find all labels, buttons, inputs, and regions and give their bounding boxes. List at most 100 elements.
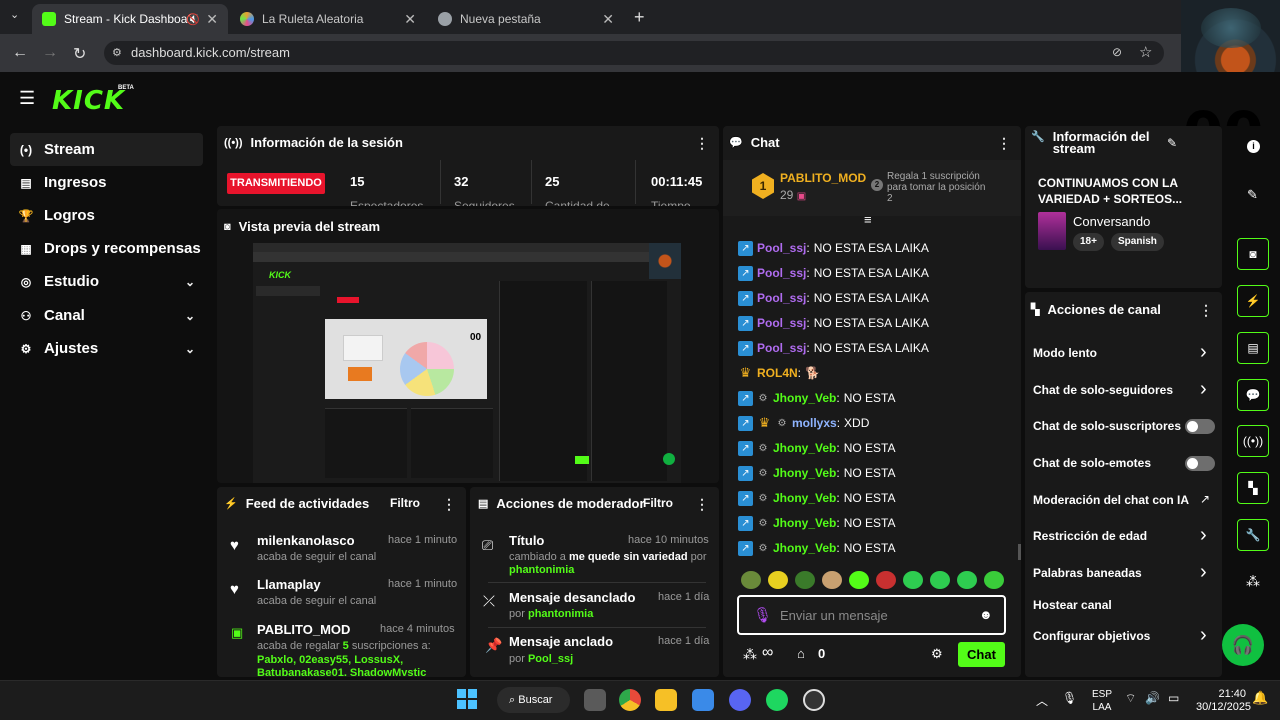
chat-username[interactable]: Pool_ssj xyxy=(757,266,806,280)
feed-menu-icon[interactable]: ⋮ xyxy=(442,496,456,513)
microphone-icon[interactable]: 🎙 xyxy=(753,606,772,624)
tray-chevron-icon[interactable]: ︿ xyxy=(1036,692,1048,709)
emoji-icon[interactable]: ☻ xyxy=(979,607,993,622)
feed-filter-button[interactable]: Filtro xyxy=(390,496,420,510)
file-explorer-icon[interactable] xyxy=(655,689,677,711)
emote-icon[interactable] xyxy=(849,571,869,589)
mod-action-by[interactable]: phantonimia xyxy=(509,564,574,576)
edit-icon[interactable]: ✎ xyxy=(1247,187,1258,203)
info-icon[interactable]: i xyxy=(1247,140,1260,153)
chat-username[interactable]: Pool_ssj xyxy=(757,241,806,255)
tab-ruleta[interactable]: La Ruleta Aleatoria ✕ xyxy=(230,4,426,34)
emote-icon[interactable] xyxy=(741,571,761,589)
notifications-icon[interactable]: 🔔 xyxy=(1252,690,1268,706)
mod-menu-icon[interactable]: ⋮ xyxy=(695,496,709,513)
feed-user[interactable]: PABLITO_MOD xyxy=(257,622,350,637)
channel-action-3[interactable]: Chat de solo-emotes xyxy=(1033,456,1151,470)
taskbar-search[interactable]: ⌕ Buscar xyxy=(497,687,570,713)
chevron-right-icon[interactable]: › xyxy=(1200,342,1207,362)
channel-action-6[interactable]: Palabras baneadas xyxy=(1033,566,1142,580)
language-indicator[interactable]: ESP LAA xyxy=(1092,688,1112,714)
tray-mic-icon[interactable]: 🎙 xyxy=(1062,691,1077,705)
new-tab-icon[interactable]: + xyxy=(634,7,645,28)
mod-filter-button[interactable]: Filtro xyxy=(643,496,673,510)
eye-off-icon[interactable]: ⊘ xyxy=(1112,45,1122,59)
sidebar-item-ingresos[interactable]: ▤ Ingresos xyxy=(10,166,203,199)
gift-recipients[interactable]: Pabxlo, 02easy55, LossusX, xyxy=(257,654,403,666)
emote-icon[interactable] xyxy=(957,571,977,589)
chat-menu-icon[interactable]: ⋮ xyxy=(997,135,1011,152)
wifi-icon[interactable]: ⌔ xyxy=(1125,691,1136,706)
channel-action-2[interactable]: Chat de solo-suscriptores xyxy=(1033,419,1181,433)
emote-icon[interactable] xyxy=(768,571,788,589)
sidebar-item-estudio[interactable]: ◎ Estudio ⌄ xyxy=(10,265,203,298)
chevron-down-icon[interactable]: ⌄ xyxy=(185,309,195,323)
chat-message[interactable]: ↗ Pool_ssj: NO ESTA ESA LAIKA xyxy=(738,240,929,256)
rail-preview-button[interactable]: ◙ xyxy=(1237,238,1269,270)
chevron-right-icon[interactable]: › xyxy=(1200,379,1207,399)
spotify-icon[interactable] xyxy=(766,689,788,711)
chat-message[interactable]: ↗ ⚙ Jhony_Veb: NO ESTA xyxy=(738,515,896,531)
chat-message[interactable]: ♛ ROL4N: 🐕 xyxy=(738,365,820,381)
chevron-right-icon[interactable]: › xyxy=(1200,562,1207,582)
chat-username[interactable]: Jhony_Veb xyxy=(773,441,836,455)
emote-icon[interactable] xyxy=(876,571,896,589)
channel-action-5[interactable]: Restricción de edad xyxy=(1033,529,1147,543)
chevron-down-icon[interactable]: ⌄ xyxy=(185,342,195,356)
channel-action-0[interactable]: Modo lento xyxy=(1033,346,1097,360)
kick-logo[interactable]: KICK xyxy=(52,86,125,116)
windows-start-icon[interactable] xyxy=(457,689,477,709)
category-name[interactable]: Conversando xyxy=(1073,214,1150,229)
emote-icon[interactable] xyxy=(984,571,1004,589)
back-icon[interactable]: ← xyxy=(12,44,28,62)
close-tab-icon[interactable]: ✕ xyxy=(404,11,416,28)
chat-message[interactable]: ↗ ♛ ⚙ mollyxs: XDD xyxy=(738,415,869,431)
store-icon[interactable]: ⌂ xyxy=(797,646,805,661)
volume-icon[interactable]: 🔊 xyxy=(1145,691,1160,705)
emote-icon[interactable] xyxy=(822,571,842,589)
rail-chat-button[interactable]: 💬 xyxy=(1237,379,1269,411)
emote-icon[interactable] xyxy=(903,571,923,589)
close-tab-icon[interactable]: ✕ xyxy=(602,11,614,28)
battery-icon[interactable]: ▭ xyxy=(1168,691,1179,705)
support-headset-button[interactable]: 🎧 xyxy=(1222,624,1264,666)
url-field[interactable]: dashboard.kick.com/stream xyxy=(104,41,1164,65)
chat-message[interactable]: ↗ Pool_ssj: NO ESTA ESA LAIKA xyxy=(738,340,929,356)
chevron-right-icon[interactable]: › xyxy=(1200,625,1207,645)
feed-user[interactable]: milenkanolasco xyxy=(257,533,355,548)
hamburger-menu-icon[interactable]: ☰ xyxy=(19,88,35,109)
task-view-icon[interactable] xyxy=(584,689,606,711)
bookmark-star-icon[interactable]: ☆ xyxy=(1139,43,1152,61)
channel-action-8[interactable]: Configurar objetivos xyxy=(1033,629,1150,643)
site-info-icon[interactable]: ⚙ xyxy=(112,46,122,59)
sidebar-item-canal[interactable]: ⚇ Canal ⌄ xyxy=(10,299,203,332)
rail-lightning-button[interactable]: ⚡ xyxy=(1237,285,1269,317)
channel-action-1[interactable]: Chat de solo-seguidores xyxy=(1033,383,1173,397)
top-gifter-name[interactable]: PABLITO_MOD xyxy=(780,171,866,185)
chevron-down-icon[interactable]: ⌄ xyxy=(185,275,195,289)
chat-message[interactable]: ↗ ⚙ Jhony_Veb: NO ESTA xyxy=(738,540,896,556)
chat-scrollbar[interactable] xyxy=(1018,544,1021,560)
chat-settings-icon[interactable]: ⚙ xyxy=(931,646,943,662)
gift-recipients-more[interactable]: Batubanakase01, ShadowMystic xyxy=(257,667,426,676)
tab-list-icon[interactable]: ⌄ xyxy=(10,8,19,21)
chat-username[interactable]: Jhony_Veb xyxy=(773,466,836,480)
rail-wrench-button[interactable]: 🔧 xyxy=(1237,519,1269,551)
session-menu-icon[interactable]: ⋮ xyxy=(695,135,709,152)
chat-username[interactable]: Jhony_Veb xyxy=(773,491,836,505)
rail-document-button[interactable]: ▤ xyxy=(1237,332,1269,364)
chat-username[interactable]: mollyxs xyxy=(792,416,837,430)
emote-icon[interactable] xyxy=(795,571,815,589)
chat-message[interactable]: ↗ ⚙ Jhony_Veb: NO ESTA xyxy=(738,465,896,481)
chat-username[interactable]: Jhony_Veb xyxy=(773,391,836,405)
chat-message[interactable]: ↗ Pool_ssj: NO ESTA ESA LAIKA xyxy=(738,290,929,306)
chrome-taskbar-icon[interactable] xyxy=(619,689,641,711)
rail-kick-points-icon[interactable]: ⁂ xyxy=(1246,573,1260,590)
chat-message[interactable]: ↗ ⚙ Jhony_Veb: NO ESTA xyxy=(738,490,896,506)
chevron-right-icon[interactable]: › xyxy=(1200,525,1207,545)
chat-username[interactable]: ROL4N xyxy=(757,366,798,380)
chat-username[interactable]: Pool_ssj xyxy=(757,341,806,355)
edit-pencil-icon[interactable]: ✎ xyxy=(1167,136,1177,150)
chat-message[interactable]: ↗ Pool_ssj: NO ESTA ESA LAIKA xyxy=(738,315,929,331)
chat-username[interactable]: Pool_ssj xyxy=(757,291,806,305)
